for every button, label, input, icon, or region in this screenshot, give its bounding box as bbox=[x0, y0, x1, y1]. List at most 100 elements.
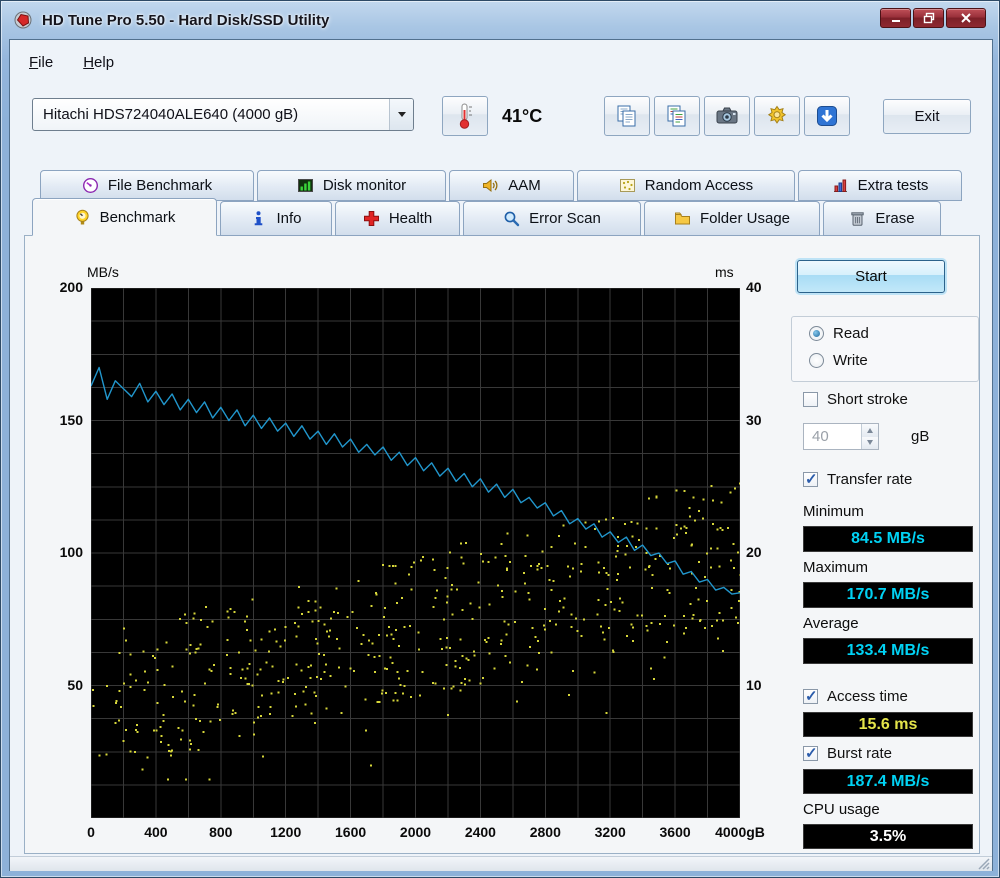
health-cross-icon bbox=[363, 210, 380, 227]
radio-icon[interactable] bbox=[809, 353, 824, 368]
cpu-usage-label: CPU usage bbox=[803, 801, 880, 818]
tab-aam[interactable]: AAM bbox=[449, 170, 574, 201]
radio-icon[interactable] bbox=[809, 326, 824, 341]
transfer-rate-checkbox[interactable]: Transfer rate bbox=[803, 470, 912, 488]
tab-label: File Benchmark bbox=[107, 177, 213, 194]
tab-health[interactable]: Health bbox=[335, 201, 460, 236]
exit-button[interactable]: Exit bbox=[883, 99, 971, 134]
copy-text-button[interactable] bbox=[604, 96, 650, 136]
gauge-yellow-icon bbox=[74, 209, 91, 226]
start-button[interactable]: Start bbox=[797, 260, 945, 293]
tab-erase[interactable]: Erase bbox=[823, 201, 941, 236]
arrow-down-icon bbox=[867, 440, 873, 446]
minimum-label: Minimum bbox=[803, 503, 864, 520]
checkbox-icon[interactable] bbox=[803, 392, 818, 407]
y-right-tick: 30 bbox=[746, 411, 762, 428]
y-left-tick: 200 bbox=[59, 279, 83, 295]
benchmark-plot bbox=[91, 288, 740, 818]
gear-icon bbox=[764, 103, 790, 129]
short-stroke-value[interactable]: 40 bbox=[804, 424, 861, 449]
menu-file[interactable]: File bbox=[18, 50, 64, 75]
options-button[interactable] bbox=[754, 96, 800, 136]
short-stroke-label: Short stroke bbox=[827, 391, 908, 408]
y-left-tick: 150 bbox=[59, 411, 83, 428]
copy-image-button[interactable] bbox=[654, 96, 700, 136]
tab-row-primary: Benchmark Info Health Error Scan Folder Usag… bbox=[32, 198, 941, 236]
minimize-button[interactable] bbox=[880, 8, 911, 28]
close-button[interactable] bbox=[946, 8, 986, 28]
checkbox-icon[interactable] bbox=[803, 470, 818, 488]
y-right-tick: 40 bbox=[746, 279, 762, 295]
tab-benchmark[interactable]: Benchmark bbox=[32, 198, 217, 236]
y-left-tick: 100 bbox=[59, 544, 83, 560]
tab-random-access[interactable]: Random Access bbox=[577, 170, 795, 201]
tab-row-secondary: File Benchmark Disk monitor AAM Random Acce… bbox=[40, 170, 962, 201]
access-time-value: 15.6 ms bbox=[803, 712, 973, 737]
status-bar bbox=[10, 856, 992, 871]
short-stroke-checkbox[interactable]: Short stroke bbox=[803, 391, 908, 408]
tab-disk-monitor[interactable]: Disk monitor bbox=[257, 170, 446, 201]
dropdown-arrow-icon[interactable] bbox=[389, 99, 413, 130]
checkbox-icon[interactable] bbox=[803, 744, 818, 762]
drive-select-value: Hitachi HDS724040ALE640 (4000 gB) bbox=[43, 106, 299, 123]
gauge-purple-icon bbox=[82, 177, 99, 194]
tab-info[interactable]: Info bbox=[220, 201, 332, 236]
copy-pages-color-icon bbox=[664, 103, 690, 129]
app-window: HD Tune Pro 5.50 - Hard Disk/SSD Utility… bbox=[0, 0, 1000, 878]
tab-error-scan[interactable]: Error Scan bbox=[463, 201, 641, 236]
thermometer-icon bbox=[459, 103, 472, 129]
arrow-up-icon bbox=[867, 427, 873, 433]
write-radio-label: Write bbox=[833, 352, 868, 369]
tab-label: Erase bbox=[875, 210, 915, 227]
short-stroke-spinner[interactable]: 40 bbox=[803, 423, 879, 450]
burst-rate-label: Burst rate bbox=[827, 745, 893, 762]
tab-label: Error Scan bbox=[529, 210, 601, 227]
multi-bars-icon bbox=[832, 177, 849, 194]
y-left-axis-title: MB/s bbox=[87, 264, 119, 280]
checkbox-icon[interactable] bbox=[803, 687, 818, 705]
minimum-value: 84.5 MB/s bbox=[803, 526, 973, 552]
titlebar: HD Tune Pro 5.50 - Hard Disk/SSD Utility bbox=[1, 1, 999, 39]
average-label: Average bbox=[803, 615, 859, 632]
spinner-down-button[interactable] bbox=[862, 436, 878, 449]
burst-rate-checkbox[interactable]: Burst rate bbox=[803, 744, 893, 762]
read-radio[interactable]: Read bbox=[809, 325, 869, 342]
access-time-label: Access time bbox=[827, 688, 908, 705]
magnifier-icon bbox=[503, 210, 520, 227]
save-button[interactable] bbox=[804, 96, 850, 136]
tab-label: Info bbox=[276, 210, 302, 227]
resize-grip[interactable] bbox=[978, 857, 990, 870]
trash-icon bbox=[849, 210, 866, 227]
access-time-checkbox[interactable]: Access time bbox=[803, 687, 908, 705]
spinner-up-button[interactable] bbox=[862, 424, 878, 437]
burst-rate-value: 187.4 MB/s bbox=[803, 769, 973, 794]
menu-help[interactable]: Help bbox=[72, 50, 125, 75]
read-radio-label: Read bbox=[833, 325, 869, 342]
cpu-usage-value: 3.5% bbox=[803, 824, 973, 849]
window-title: HD Tune Pro 5.50 - Hard Disk/SSD Utility bbox=[42, 11, 330, 29]
tab-label: Random Access bbox=[644, 177, 754, 194]
restore-icon bbox=[923, 12, 934, 24]
tab-label: Extra tests bbox=[857, 177, 929, 194]
restore-button[interactable] bbox=[913, 8, 944, 28]
tab-label: Folder Usage bbox=[699, 210, 791, 227]
screenshot-button[interactable] bbox=[704, 96, 750, 136]
average-value: 133.4 MB/s bbox=[803, 638, 973, 664]
green-bars-icon bbox=[297, 177, 314, 194]
tab-label: Health bbox=[388, 210, 433, 227]
app-logo-icon bbox=[13, 10, 33, 30]
tab-folder-usage[interactable]: Folder Usage bbox=[644, 201, 820, 236]
write-radio[interactable]: Write bbox=[809, 352, 868, 369]
tab-extra-tests[interactable]: Extra tests bbox=[798, 170, 962, 201]
y-left-tick: 50 bbox=[67, 676, 83, 693]
tab-label: AAM bbox=[508, 177, 541, 194]
download-icon bbox=[814, 103, 840, 129]
benchmark-page: MB/s ms Start Read Write Short stroke 40 bbox=[24, 235, 980, 854]
speaker-icon bbox=[482, 177, 499, 194]
maximum-value: 170.7 MB/s bbox=[803, 582, 973, 608]
y-right-tick: 10 bbox=[746, 676, 762, 693]
client-area: File Help Hitachi HDS724040ALE640 (4000 … bbox=[9, 39, 993, 871]
tab-file-benchmark[interactable]: File Benchmark bbox=[40, 170, 254, 201]
temperature-button[interactable] bbox=[442, 96, 488, 136]
drive-select[interactable]: Hitachi HDS724040ALE640 (4000 gB) bbox=[32, 98, 414, 131]
